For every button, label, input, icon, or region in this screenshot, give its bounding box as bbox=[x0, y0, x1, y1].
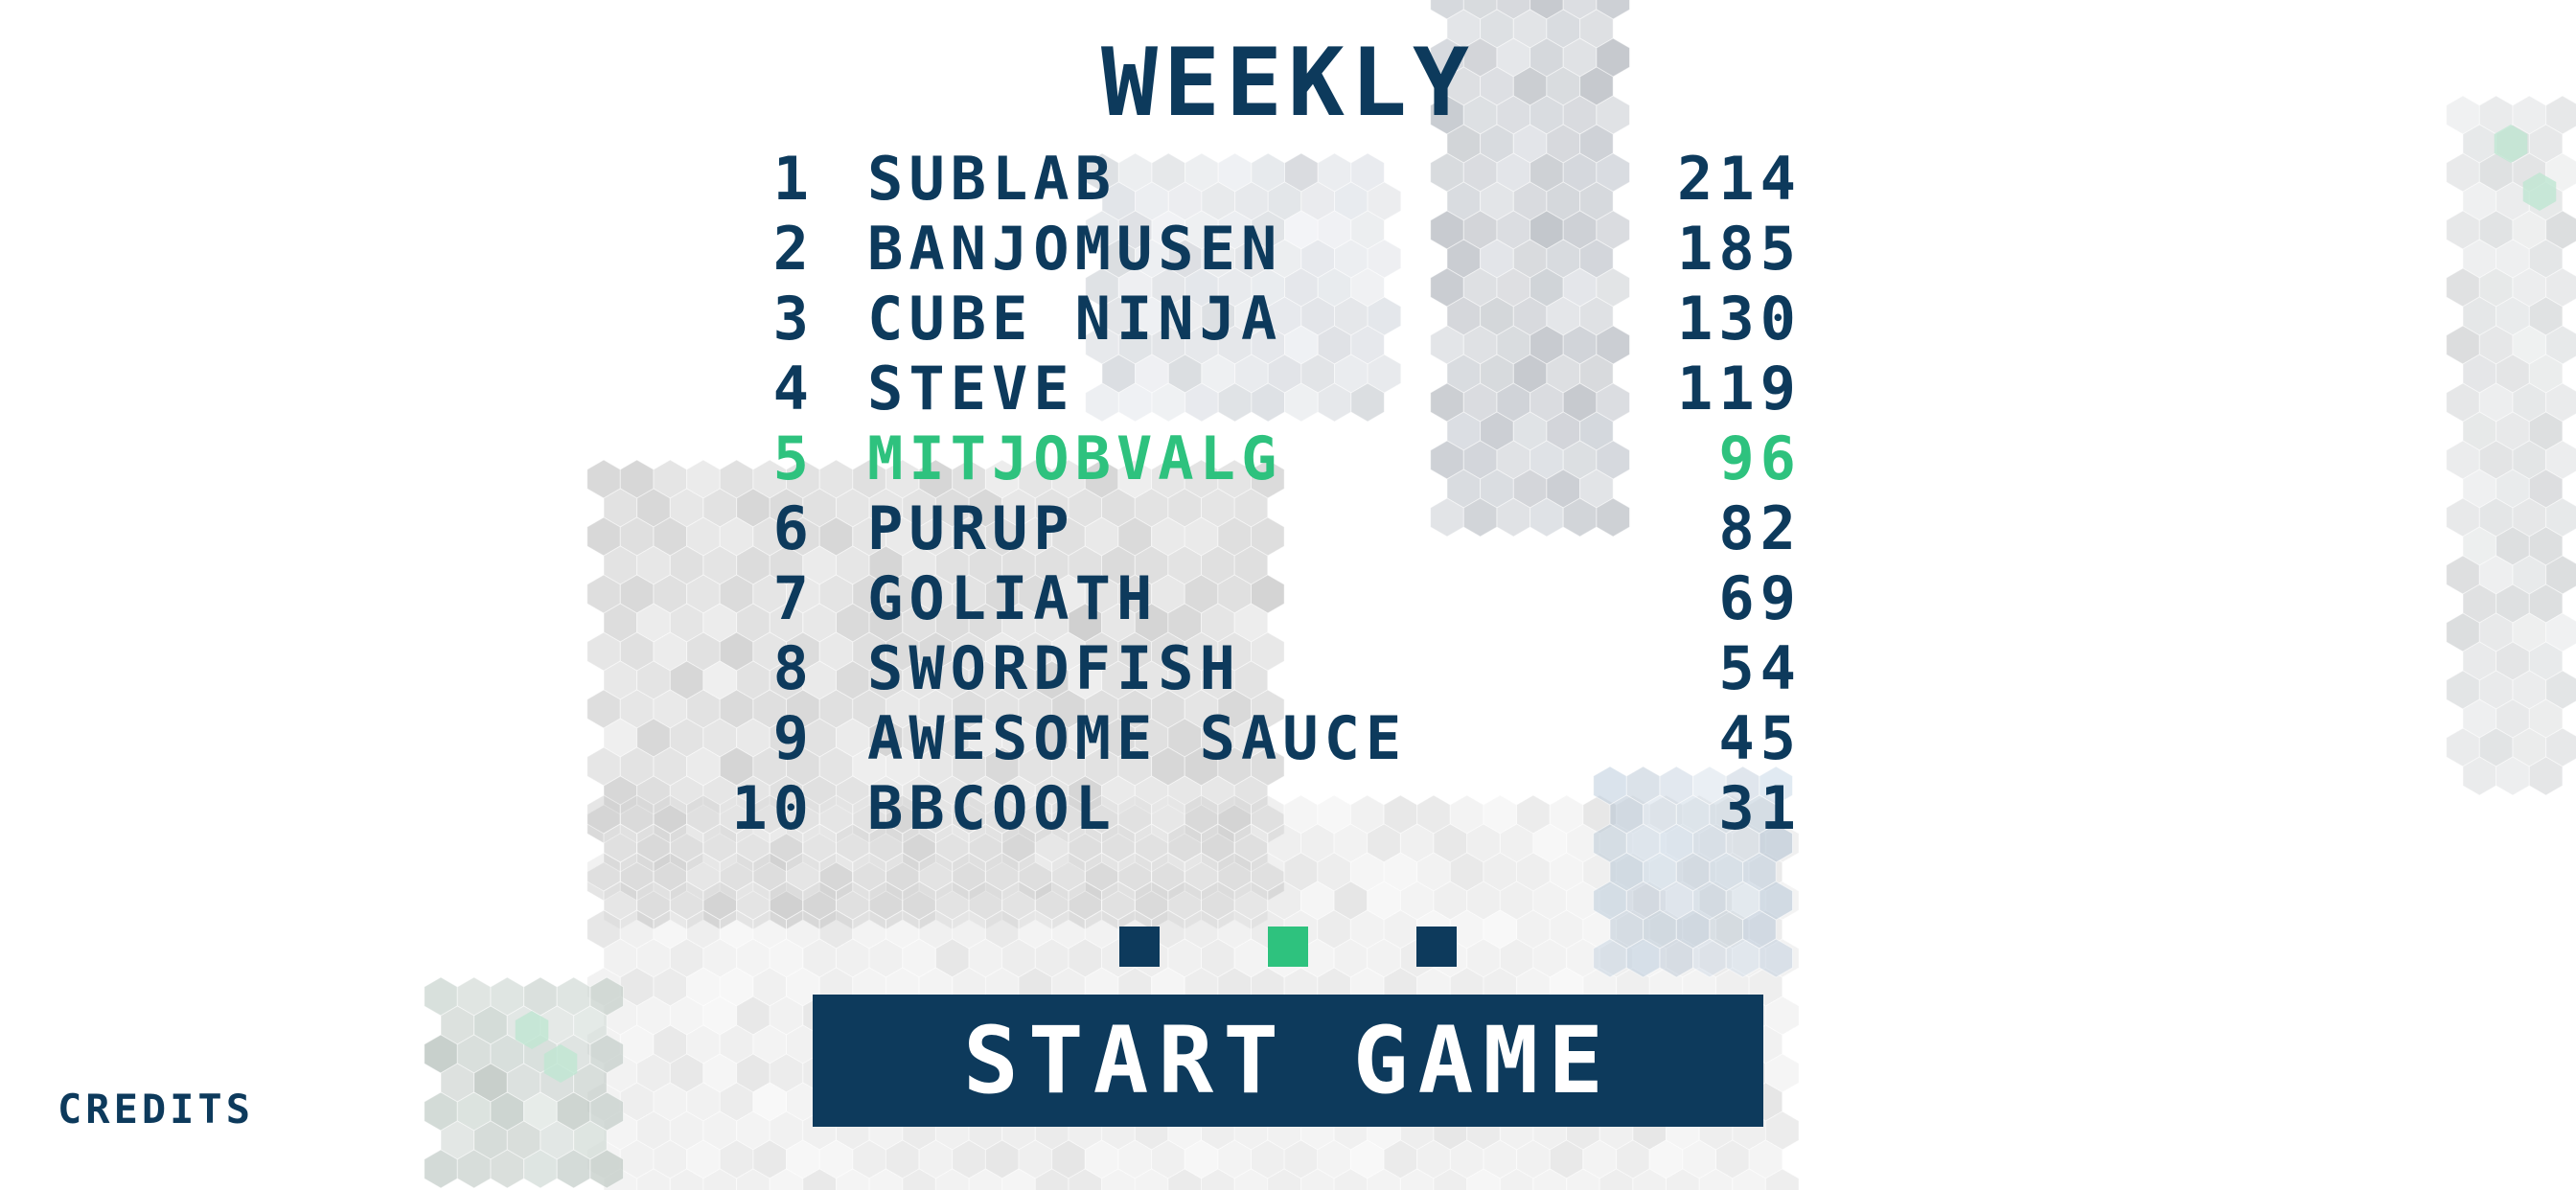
row-player-name: GOLIATH bbox=[867, 563, 1159, 633]
row-player-name: STEVE bbox=[867, 354, 1075, 423]
row-player-name: MITJOBVALG bbox=[867, 423, 1283, 493]
page-indicator-dot[interactable] bbox=[1416, 927, 1457, 967]
row-rank: 4 bbox=[772, 354, 815, 423]
row-player-name: BANJOMUSEN bbox=[867, 214, 1283, 284]
row-player-name: PURUP bbox=[867, 493, 1075, 563]
row-score: 82 bbox=[1718, 493, 1802, 563]
leaderboard-row-current-player: 5 MITJOBVALG 96 bbox=[671, 423, 1802, 493]
leaderboard-row: 7 GOLIATH 69 bbox=[671, 563, 1802, 633]
row-player-name: AWESOME SAUCE bbox=[867, 703, 1408, 773]
leaderboard-row: 3 CUBE NINJA 130 bbox=[671, 284, 1802, 354]
row-rank: 10 bbox=[731, 773, 815, 843]
credits-link[interactable]: CREDITS bbox=[58, 1086, 254, 1133]
row-player-name: SUBLAB bbox=[867, 144, 1116, 214]
page-indicator-dot-active[interactable] bbox=[1268, 927, 1308, 967]
row-rank: 5 bbox=[772, 423, 815, 493]
row-score: 185 bbox=[1677, 214, 1802, 284]
row-player-name: BBCOOL bbox=[867, 773, 1116, 843]
row-player-name: CUBE NINJA bbox=[867, 284, 1283, 354]
leaderboard-row: 2 BANJOMUSEN 185 bbox=[671, 214, 1802, 284]
row-score: 214 bbox=[1677, 144, 1802, 214]
row-score: 96 bbox=[1718, 423, 1802, 493]
row-score: 54 bbox=[1718, 633, 1802, 703]
row-rank: 8 bbox=[772, 633, 815, 703]
leaderboard-row: 10 BBCOOL 31 bbox=[671, 773, 1802, 843]
row-rank: 9 bbox=[772, 703, 815, 773]
row-score: 31 bbox=[1718, 773, 1802, 843]
leaderboard-row: 9 AWESOME SAUCE 45 bbox=[671, 703, 1802, 773]
start-game-button[interactable]: START GAME bbox=[813, 995, 1763, 1127]
start-game-label: START GAME bbox=[963, 1007, 1613, 1114]
row-score: 130 bbox=[1677, 284, 1802, 354]
row-rank: 2 bbox=[772, 214, 815, 284]
row-score: 45 bbox=[1718, 703, 1802, 773]
leaderboard-row: 8 SWORDFISH 54 bbox=[671, 633, 1802, 703]
row-rank: 3 bbox=[772, 284, 815, 354]
row-score: 119 bbox=[1677, 354, 1802, 423]
row-score: 69 bbox=[1718, 563, 1802, 633]
leaderboard-title: WEEKLY bbox=[1100, 29, 1475, 138]
page-indicator-dot[interactable] bbox=[1119, 927, 1160, 967]
leaderboard-row: 4 STEVE 119 bbox=[671, 354, 1802, 423]
leaderboard-row: 6 PURUP 82 bbox=[671, 493, 1802, 563]
leaderboard-row: 1 SUBLAB 214 bbox=[671, 144, 1802, 214]
leaderboard-list: 1 SUBLAB 214 2 BANJOMUSEN 185 3 CUBE NIN… bbox=[671, 144, 1802, 843]
row-rank: 7 bbox=[772, 563, 815, 633]
row-rank: 1 bbox=[772, 144, 815, 214]
row-rank: 6 bbox=[772, 493, 815, 563]
row-player-name: SWORDFISH bbox=[867, 633, 1241, 703]
